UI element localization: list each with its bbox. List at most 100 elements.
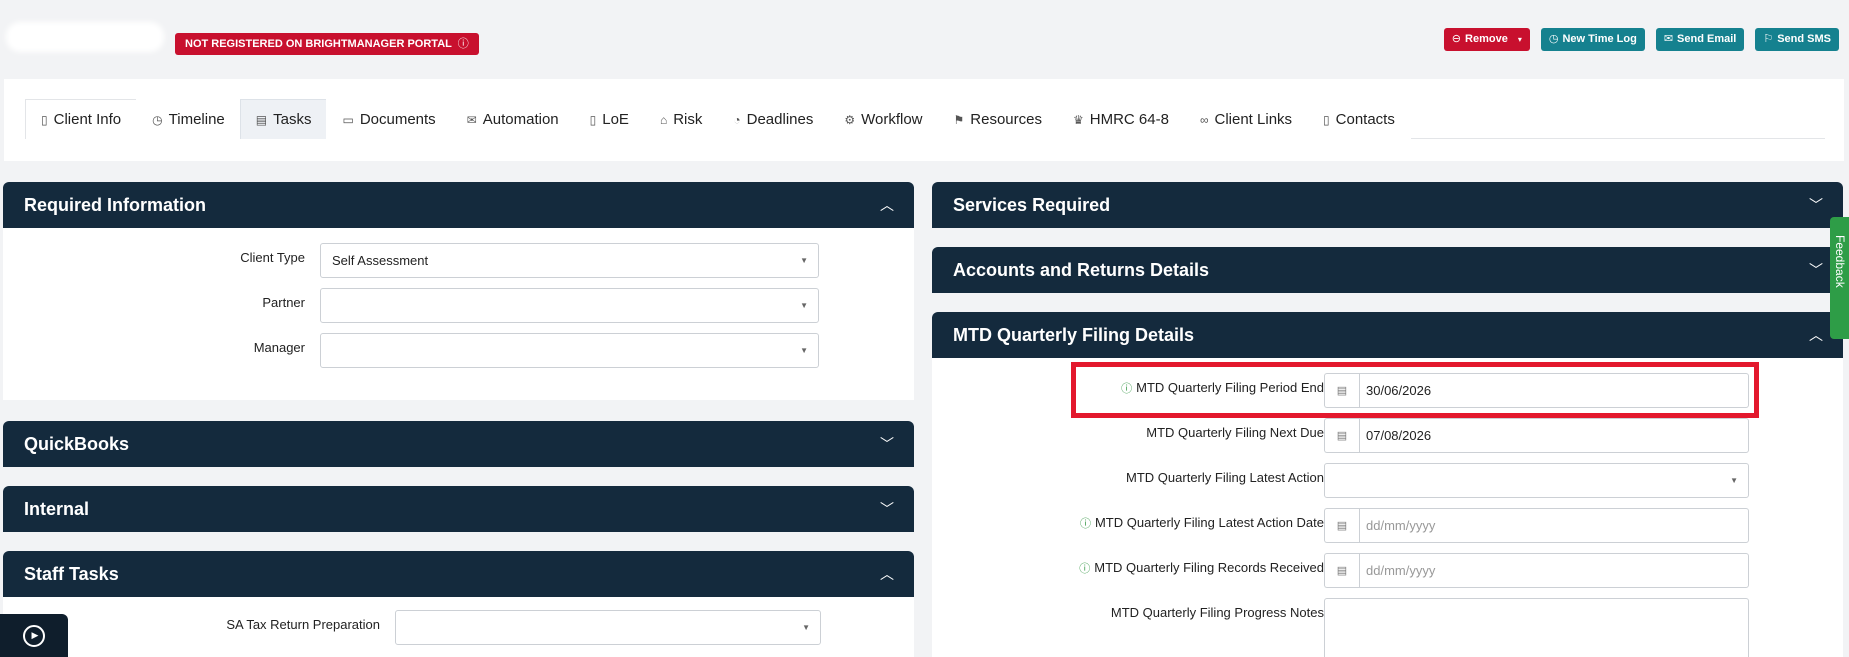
clock-icon: ◷ bbox=[1548, 33, 1559, 45]
staff-tasks-panel: Staff Tasks ︿ SA Tax Return Preparation … bbox=[3, 551, 914, 657]
sa-tax-label: SA Tax Return Preparation bbox=[226, 617, 380, 632]
latest-action-date-label: ⓘ MTD Quarterly Filing Latest Action Date bbox=[1080, 515, 1324, 531]
caret-down-icon: ▼ bbox=[800, 346, 808, 355]
remove-button-label: Remove bbox=[1465, 33, 1508, 45]
new-time-log-label: New Time Log bbox=[1562, 33, 1637, 45]
staff-tasks-body: SA Tax Return Preparation ▼ bbox=[3, 597, 914, 657]
header-actions: ⊖ Remove ▾ ◷ New Time Log ✉ Send Email ⚐… bbox=[1443, 28, 1839, 51]
manager-select[interactable]: ▼ bbox=[320, 333, 819, 368]
chevron-down-icon: ▾ bbox=[1517, 35, 1522, 44]
partner-select[interactable]: ▼ bbox=[320, 288, 819, 323]
tab-workflow[interactable]: ⚙ Workflow bbox=[828, 99, 939, 139]
play-button[interactable]: ▶ bbox=[0, 614, 68, 657]
tab-risk[interactable]: ⌂ Risk bbox=[643, 99, 719, 139]
remove-button[interactable]: ⊖ Remove ▾ bbox=[1443, 28, 1530, 51]
tab-client-info[interactable]: ▯ Client Info bbox=[25, 99, 138, 139]
new-time-log-button[interactable]: ◷ New Time Log bbox=[1540, 28, 1645, 51]
client-type-select[interactable]: Self Assessment ▼ bbox=[320, 243, 819, 278]
chevron-up-icon[interactable]: ︿ bbox=[1809, 312, 1823, 358]
services-required-header[interactable]: Services Required ﹀ bbox=[932, 182, 1843, 228]
top-bar: NOT REGISTERED ON BRIGHTMANAGER PORTAL ⓘ… bbox=[0, 0, 1849, 72]
latest-action-date-label-text: MTD Quarterly Filing Latest Action Date bbox=[1094, 515, 1324, 530]
latest-action-label: MTD Quarterly Filing Latest Action bbox=[1126, 470, 1324, 485]
accounts-returns-panel: Accounts and Returns Details ﹀ bbox=[932, 247, 1843, 293]
chevron-up-icon[interactable]: ︿ bbox=[880, 182, 894, 228]
calendar-icon[interactable]: ▤ bbox=[1324, 553, 1359, 588]
chevron-down-icon[interactable]: ﹀ bbox=[1809, 182, 1823, 228]
tab-hmrc-64-8[interactable]: ♛ HMRC 64-8 bbox=[1056, 99, 1185, 139]
panel-title: Services Required bbox=[953, 195, 1111, 215]
progress-notes-label: MTD Quarterly Filing Progress Notes bbox=[1110, 605, 1324, 620]
records-received-label: ⓘ MTD Quarterly Filing Records Received bbox=[1079, 560, 1324, 576]
next-due-label: MTD Quarterly Filing Next Due bbox=[1146, 425, 1324, 440]
latest-action-date-input[interactable]: dd/mm/yyyy bbox=[1359, 508, 1749, 543]
quickbooks-panel: QuickBooks ﹀ bbox=[3, 421, 914, 467]
tab-label: Tasks bbox=[273, 111, 312, 128]
tab-automation[interactable]: ✉ Automation bbox=[450, 99, 575, 139]
tab-label: Deadlines bbox=[746, 111, 814, 128]
tab-label: Workflow bbox=[861, 111, 923, 128]
document-icon: ▯ bbox=[1323, 112, 1330, 127]
latest-action-select[interactable]: ▼ bbox=[1324, 463, 1749, 498]
document-icon: ▯ bbox=[589, 112, 597, 127]
info-icon: ⓘ bbox=[1079, 518, 1091, 530]
tab-documents[interactable]: ▭ Documents bbox=[326, 99, 452, 139]
next-due-field: ▤ 07/08/2026 bbox=[1324, 418, 1749, 453]
panel-title: Staff Tasks bbox=[24, 564, 119, 584]
tab-loe[interactable]: ▯ LoE bbox=[573, 99, 645, 139]
tab-resources[interactable]: ⚑ Resources bbox=[937, 99, 1058, 139]
tab-label: Automation bbox=[482, 111, 559, 128]
tab-contacts[interactable]: ▯ Contacts bbox=[1307, 99, 1411, 139]
calendar-icon[interactable]: ▤ bbox=[1324, 508, 1359, 543]
bank-icon: ⌂ bbox=[659, 112, 668, 127]
send-email-button[interactable]: ✉ Send Email bbox=[1655, 28, 1745, 51]
portal-status-badge: NOT REGISTERED ON BRIGHTMANAGER PORTAL ⓘ bbox=[175, 33, 479, 55]
play-icon: ▶ bbox=[23, 624, 45, 647]
quickbooks-header[interactable]: QuickBooks ﹀ bbox=[3, 421, 914, 467]
accounts-returns-header[interactable]: Accounts and Returns Details ﹀ bbox=[932, 247, 1843, 293]
records-received-label-text: MTD Quarterly Filing Records Received bbox=[1094, 560, 1324, 575]
chevron-down-icon[interactable]: ﹀ bbox=[880, 486, 894, 532]
next-due-input[interactable]: 07/08/2026 bbox=[1359, 418, 1749, 453]
tab-label: Client Links bbox=[1214, 111, 1293, 128]
progress-notes-textarea[interactable] bbox=[1324, 598, 1749, 657]
tab-client-links[interactable]: ∞ Client Links bbox=[1183, 99, 1309, 139]
chevron-down-icon[interactable]: ﹀ bbox=[1809, 247, 1823, 293]
send-sms-button[interactable]: ⚐ Send SMS bbox=[1755, 28, 1839, 51]
client-type-value: Self Assessment bbox=[332, 253, 429, 268]
tab-label: Contacts bbox=[1335, 111, 1395, 128]
alarm-icon: ◔ bbox=[733, 112, 741, 127]
tab-deadlines[interactable]: ◔ Deadlines bbox=[717, 99, 830, 139]
link-icon: ∞ bbox=[1199, 112, 1209, 127]
minus-circle-icon: ⊖ bbox=[1451, 33, 1462, 45]
sa-tax-select[interactable]: ▼ bbox=[395, 610, 821, 645]
feedback-label: Feedback bbox=[1833, 235, 1847, 288]
tab-label: Resources bbox=[970, 111, 1042, 128]
services-required-panel: Services Required ﹀ bbox=[932, 182, 1843, 228]
tab-timeline[interactable]: ◷ Timeline bbox=[136, 99, 241, 139]
internal-header[interactable]: Internal ﹀ bbox=[3, 486, 914, 532]
gear-icon: ⚙ bbox=[844, 112, 856, 127]
portal-status-text: NOT REGISTERED ON BRIGHTMANAGER PORTAL bbox=[185, 38, 452, 50]
bookmark-icon: ⚑ bbox=[953, 112, 965, 127]
clock-icon: ◷ bbox=[152, 112, 163, 127]
envelope-icon: ✉ bbox=[466, 112, 477, 127]
document-icon: ▯ bbox=[41, 112, 48, 127]
chevron-down-icon[interactable]: ﹀ bbox=[880, 421, 894, 467]
partner-label: Partner bbox=[262, 295, 305, 310]
send-sms-label: Send SMS bbox=[1777, 33, 1831, 45]
tab-label: Timeline bbox=[168, 111, 225, 128]
tab-tasks[interactable]: ▤ Tasks bbox=[239, 99, 328, 139]
staff-tasks-header[interactable]: Staff Tasks ︿ bbox=[3, 551, 914, 597]
calendar-icon[interactable]: ▤ bbox=[1324, 418, 1359, 453]
envelope-icon: ✉ bbox=[1663, 33, 1674, 45]
mtd-header[interactable]: MTD Quarterly Filing Details ︿ bbox=[932, 312, 1843, 358]
chevron-up-icon[interactable]: ︿ bbox=[880, 551, 894, 597]
feedback-tab[interactable]: Feedback bbox=[1830, 217, 1849, 339]
required-information-header[interactable]: Required Information ︿ bbox=[3, 182, 914, 228]
panel-title: Accounts and Returns Details bbox=[953, 260, 1210, 280]
records-received-field: ▤ dd/mm/yyyy bbox=[1324, 553, 1749, 588]
records-received-input[interactable]: dd/mm/yyyy bbox=[1359, 553, 1749, 588]
required-information-body: Client Type Self Assessment ▼ Partner ▼ … bbox=[3, 228, 914, 400]
manager-label: Manager bbox=[253, 340, 305, 355]
